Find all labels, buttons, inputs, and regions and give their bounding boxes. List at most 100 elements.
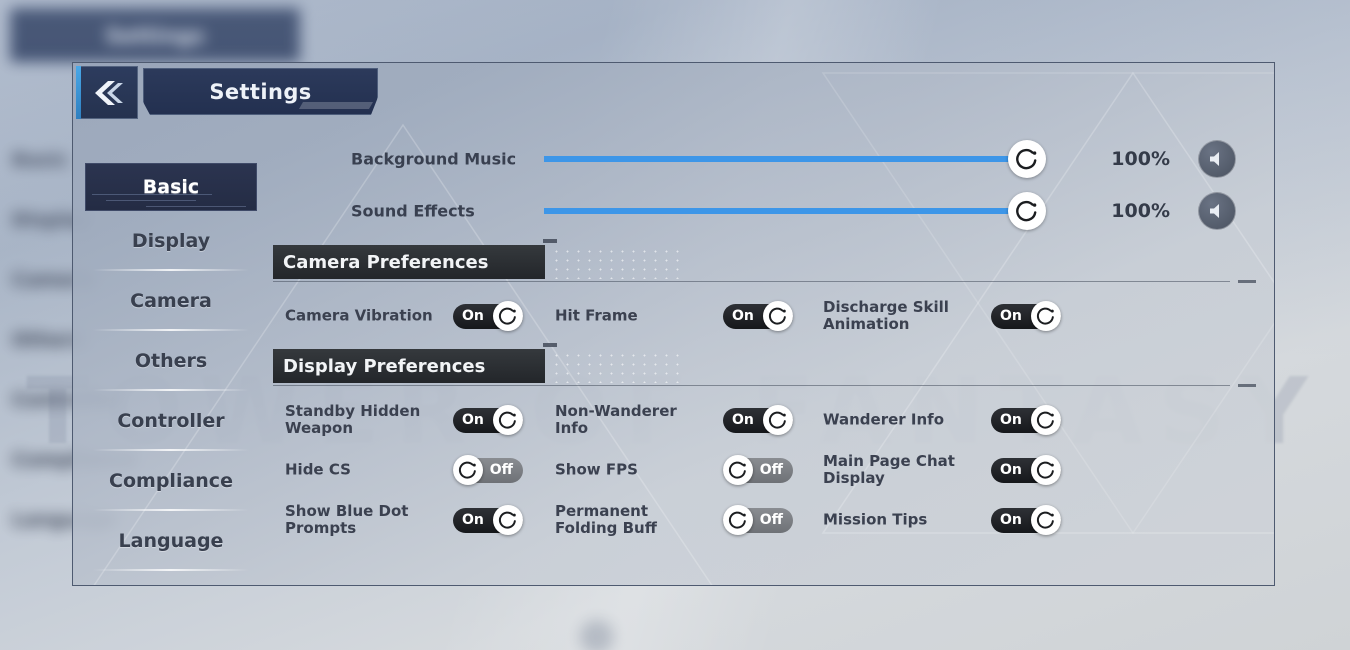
toggle-label: Main Page Chat Display [823, 452, 955, 487]
back-button[interactable] [76, 66, 138, 119]
toggle-label: Show FPS [555, 460, 638, 479]
toggle-thumb [763, 301, 793, 331]
toggle-cell-discharge-skill-animation: Discharge Skill Animation On [823, 291, 1093, 341]
toggle-switch-non-wanderer-info[interactable]: On [723, 405, 793, 435]
knob-ring-icon [728, 461, 746, 479]
toggle-thumb [763, 405, 793, 435]
speaker-icon [1210, 152, 1219, 166]
section-dot-pattern [551, 247, 681, 279]
dialog-title-text: Settings [209, 79, 312, 104]
toggle-row: Show Blue Dot Prompts On Permanent Foldi… [273, 495, 1258, 545]
toggle-cell-camera-vibration: Camera Vibration On [285, 291, 555, 341]
section-tick [543, 239, 557, 243]
section-banner: Camera Preferences [273, 245, 545, 279]
knob-ring-icon [768, 411, 786, 429]
sidebar-item-display[interactable]: Display [85, 211, 257, 271]
toggle-thumb [493, 301, 523, 331]
toggle-switch-discharge-skill-animation[interactable]: On [991, 301, 1061, 331]
toggle-switch-show-fps[interactable]: Off [723, 455, 793, 485]
sidebar-item-basic[interactable]: Basic [85, 163, 257, 211]
toggle-state-label: On [732, 308, 754, 324]
sidebar-active-decoration [86, 164, 256, 210]
slider-track-sound-effects[interactable] [544, 192, 1046, 230]
slider-value-sound-effects: 100% [1111, 200, 1170, 222]
sidebar-item-language[interactable]: Language [85, 511, 257, 571]
toggle-cell-wanderer-info: Wanderer Info On [823, 395, 1093, 445]
toggle-label: Hit Frame [555, 306, 638, 325]
toggle-thumb [1031, 505, 1061, 535]
toggle-label: Camera Vibration [285, 306, 433, 325]
toggle-state-label: On [1000, 308, 1022, 324]
toggle-switch-standby-hidden-weapon[interactable]: On [453, 405, 523, 435]
slider-fill [544, 156, 1027, 162]
sidebar-item-label: Controller [117, 410, 225, 432]
slider-knob-background-music[interactable] [1008, 140, 1046, 178]
knob-ring-icon [498, 511, 516, 529]
sidebar-item-compliance[interactable]: Compliance [85, 451, 257, 511]
toggle-cell-hide-cs: Hide CS Off [285, 445, 555, 495]
section-tick [543, 343, 557, 347]
toggle-label: Standby Hidden Weapon [285, 402, 421, 437]
toggle-cell-show-blue-dot-prompts: Show Blue Dot Prompts On [285, 495, 555, 545]
toggle-cell-show-fps: Show FPS Off [555, 445, 825, 495]
knob-ring-icon [1036, 307, 1054, 325]
toggle-thumb [493, 505, 523, 535]
toggle-label: Hide CS [285, 460, 351, 479]
toggle-row: Camera Vibration On Hit Frame On Dischar… [273, 291, 1258, 341]
knob-ring-icon [498, 411, 516, 429]
toggle-thumb [453, 455, 483, 485]
toggle-row: Hide CS Off Show FPS Off Main Page Chat … [273, 445, 1258, 495]
toggle-cell-main-page-chat-display: Main Page Chat Display On [823, 445, 1093, 495]
toggle-switch-main-page-chat-display[interactable]: On [991, 455, 1061, 485]
slider-track-background-music[interactable] [544, 140, 1046, 178]
speaker-button-sound-effects[interactable] [1198, 192, 1236, 230]
screen: Settings Basic Display Camera Others Con… [0, 0, 1350, 650]
knob-ring-icon [1036, 461, 1054, 479]
toggle-thumb [493, 405, 523, 435]
slider-row-background-music: Background Music 100% [273, 133, 1258, 185]
toggle-cell-non-wanderer-info: Non-Wanderer Info On [555, 395, 825, 445]
sidebar-item-others[interactable]: Others [85, 331, 257, 391]
toggle-row: Standby Hidden Weapon On Non-Wanderer In… [273, 395, 1258, 445]
section-header-camera-preferences: Camera Preferences [273, 239, 1258, 291]
toggle-switch-camera-vibration[interactable]: On [453, 301, 523, 331]
toggle-cell-hit-frame: Hit Frame On [555, 291, 825, 341]
background-title-plate: Settings [10, 8, 300, 62]
toggle-label: Discharge Skill Animation [823, 298, 949, 333]
slider-row-sound-effects: Sound Effects 100% [273, 185, 1258, 237]
slider-value-background-music: 100% [1111, 148, 1170, 170]
toggle-switch-show-blue-dot-prompts[interactable]: On [453, 505, 523, 535]
slider-label: Background Music [351, 149, 517, 169]
toggle-state-label: On [1000, 462, 1022, 478]
toggle-switch-mission-tips[interactable]: On [991, 505, 1061, 535]
toggle-thumb [723, 505, 753, 535]
toggle-state-label: On [1000, 512, 1022, 528]
toggle-switch-hide-cs[interactable]: Off [453, 455, 523, 485]
slider-knob-sound-effects[interactable] [1008, 192, 1046, 230]
toggle-state-label: Off [759, 462, 783, 478]
background-decoration-dot [580, 620, 614, 650]
toggle-switch-permanent-folding-buff[interactable]: Off [723, 505, 793, 535]
toggle-thumb [1031, 455, 1061, 485]
toggle-thumb [723, 455, 753, 485]
section-divider [273, 384, 1256, 387]
section-header-display-preferences: Display Preferences [273, 343, 1258, 395]
section-banner: Display Preferences [273, 349, 545, 383]
toggle-label: Show Blue Dot Prompts [285, 502, 409, 537]
speaker-button-background-music[interactable] [1198, 140, 1236, 178]
knob-ring-icon [1036, 411, 1054, 429]
slider-fill [544, 208, 1027, 214]
section-title: Camera Preferences [283, 251, 489, 273]
toggle-state-label: On [1000, 412, 1022, 428]
toggle-switch-wanderer-info[interactable]: On [991, 405, 1061, 435]
toggle-grid-camera-preferences: Camera Vibration On Hit Frame On Dischar… [273, 291, 1258, 341]
sidebar-item-controller[interactable]: Controller [85, 391, 257, 451]
toggle-cell-mission-tips: Mission Tips On [823, 495, 1093, 545]
toggle-state-label: Off [489, 462, 513, 478]
settings-sidebar: Basic Display Camera Others Controller C… [85, 163, 257, 571]
sidebar-item-label: Camera [130, 290, 212, 312]
sidebar-item-camera[interactable]: Camera [85, 271, 257, 331]
toggle-switch-hit-frame[interactable]: On [723, 301, 793, 331]
sidebar-item-label: Compliance [109, 470, 233, 492]
toggle-label: Mission Tips [823, 510, 928, 529]
